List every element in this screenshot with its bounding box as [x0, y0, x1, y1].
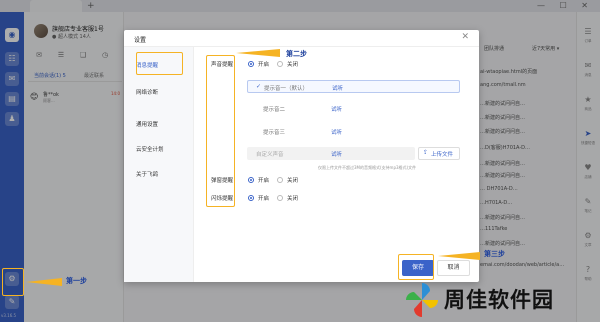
watermark-text: 周佳软件园	[444, 288, 554, 312]
step1-label: 第一步	[66, 277, 87, 285]
arrow-step3-icon	[438, 252, 480, 260]
watermark-logo-icon	[406, 283, 438, 317]
arrow-step1-icon	[26, 278, 62, 286]
step3-label: 第三步	[484, 250, 505, 258]
step2-label: 第二步	[286, 50, 307, 58]
arrow-step2-icon	[236, 49, 280, 57]
